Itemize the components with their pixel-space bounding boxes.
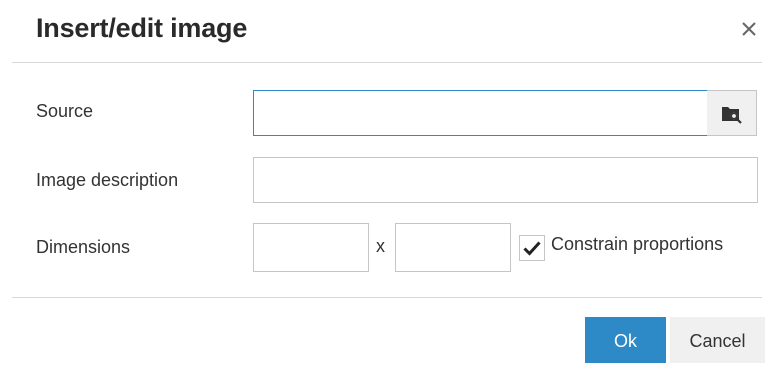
source-input[interactable] — [253, 90, 708, 136]
constrain-proportions-checkbox[interactable] — [519, 235, 545, 261]
close-icon — [742, 22, 756, 36]
dimension-separator: x — [376, 236, 385, 256]
folder-search-icon — [722, 107, 742, 124]
cancel-button[interactable]: Cancel — [670, 317, 765, 363]
dialog-header: Insert/edit image — [0, 0, 772, 62]
close-button[interactable] — [734, 14, 764, 44]
footer-divider — [12, 297, 762, 298]
checkmark-icon — [523, 241, 541, 256]
browse-button[interactable] — [707, 90, 757, 136]
description-label: Image description — [36, 170, 179, 190]
source-label: Source — [36, 101, 94, 121]
width-input[interactable] — [253, 223, 369, 272]
constrain-proportions-label[interactable]: Constrain proportions — [551, 234, 723, 255]
dialog-title: Insert/edit image — [36, 13, 248, 43]
description-input[interactable] — [253, 157, 758, 203]
insert-image-dialog: Insert/edit image Source Image descripti… — [0, 0, 772, 377]
height-input[interactable] — [395, 223, 511, 272]
ok-button[interactable]: Ok — [585, 317, 666, 363]
header-divider — [12, 62, 762, 63]
dimensions-label: Dimensions — [36, 237, 131, 257]
